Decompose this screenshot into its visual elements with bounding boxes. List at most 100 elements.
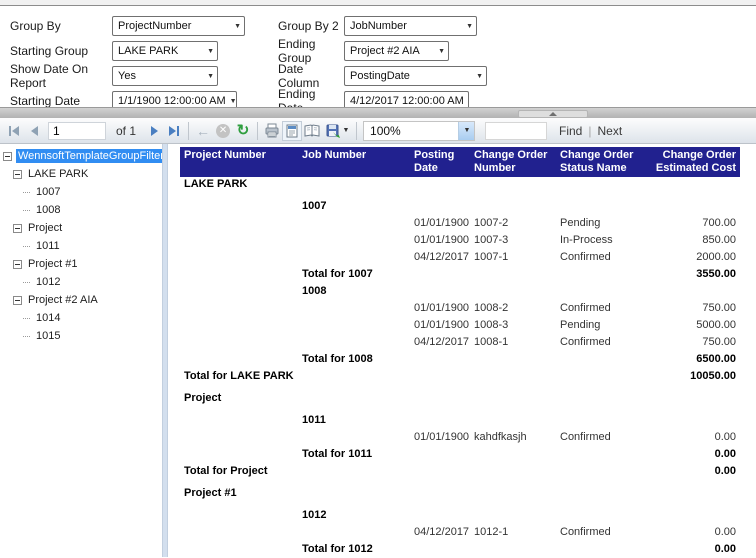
print-button[interactable]: [262, 121, 282, 141]
zoom-select[interactable]: 100% ▼: [363, 121, 475, 141]
report-row: Total for 10086500.00: [180, 352, 740, 369]
tree-item-project[interactable]: Project: [0, 219, 162, 237]
report-cell: kahdfkasjh: [470, 430, 556, 447]
report-row: LAKE PARK: [180, 177, 740, 194]
print-layout-button[interactable]: [282, 121, 302, 141]
previous-page-icon: [31, 126, 38, 136]
parameters-splitter-band: [0, 107, 756, 118]
collapse-parameters-handle[interactable]: [518, 110, 588, 118]
tree-item-project-1[interactable]: Project #1: [0, 255, 162, 273]
next-page-button[interactable]: [144, 121, 164, 141]
report-cell: 04/12/2017: [410, 335, 470, 352]
parameters-column-right: Group By 2JobNumber▼Ending GroupProject …: [278, 14, 487, 114]
report-cell: [556, 284, 650, 301]
ending-date-value: 4/12/2017 12:00:00 AM: [350, 95, 464, 107]
collapse-toggle-icon[interactable]: [13, 260, 22, 269]
report-cell: [298, 369, 410, 386]
tree-item-1015[interactable]: 1015: [0, 327, 162, 345]
tree-item-1014[interactable]: 1014: [0, 309, 162, 327]
report-cell: 1007: [298, 199, 410, 216]
report-cell: 0.00: [650, 464, 740, 481]
report-cell: 04/12/2017: [410, 250, 470, 267]
report-cell: [556, 177, 650, 194]
report-cell: [298, 525, 410, 542]
report-cell: Project: [180, 391, 298, 408]
tree-item-label: 1015: [34, 329, 62, 343]
starting-group-select[interactable]: LAKE PARK▼: [112, 41, 218, 61]
report-cell: [556, 413, 650, 430]
report-cell: [650, 199, 740, 216]
ending-group-select[interactable]: Project #2 AIA▼: [344, 41, 449, 61]
find-text-input[interactable]: [485, 122, 547, 140]
report-cell: [410, 542, 470, 557]
previous-page-button[interactable]: [24, 121, 44, 141]
tree-connector-icon: [23, 282, 30, 283]
back-icon: ←: [196, 124, 210, 138]
report-cell: [650, 177, 740, 194]
report-cell: 700.00: [650, 216, 740, 233]
cancel-icon: ✕: [216, 124, 230, 138]
toolbar-separator: [188, 122, 189, 140]
report-cell: [180, 542, 298, 557]
report-cell: Confirmed: [556, 301, 650, 318]
next-page-icon: [151, 126, 158, 136]
tree-item-1008[interactable]: 1008: [0, 201, 162, 219]
find-link[interactable]: Find: [555, 124, 586, 138]
tree-item-label: Project #2 AIA: [26, 293, 100, 307]
tree-item-1012[interactable]: 1012: [0, 273, 162, 291]
ending-group-label: Ending Group: [278, 37, 344, 65]
report-cell: [470, 284, 556, 301]
report-row: Total for 10073550.00: [180, 267, 740, 284]
group-by-2-select[interactable]: JobNumber▼: [344, 16, 477, 36]
report-cell: Pending: [556, 216, 650, 233]
report-cell: 1011: [298, 413, 410, 430]
report-cell: [470, 267, 556, 284]
report-cell: [410, 177, 470, 194]
last-page-button[interactable]: [164, 121, 184, 141]
report-cell: [298, 486, 410, 503]
report-cell: Confirmed: [556, 430, 650, 447]
export-button[interactable]: ▼: [322, 121, 352, 141]
report-cell: [556, 447, 650, 464]
report-cell: [650, 284, 740, 301]
refresh-icon: ↻: [237, 123, 250, 138]
collapse-toggle-icon[interactable]: [13, 170, 22, 179]
refresh-button[interactable]: ↻: [233, 121, 253, 141]
date-column-value: PostingDate: [350, 70, 410, 82]
show-date-on-report-select[interactable]: Yes▼: [112, 66, 218, 86]
collapse-toggle-icon[interactable]: [3, 152, 12, 161]
report-cell: 10050.00: [650, 369, 740, 386]
date-column-select[interactable]: PostingDate▼: [344, 66, 487, 86]
report-cell: [298, 233, 410, 250]
dropdown-arrow-icon: ▼: [234, 23, 241, 30]
report-row: 01/01/19001008-3Pending5000.00: [180, 318, 740, 335]
tree-item-project-2-aia[interactable]: Project #2 AIA: [0, 291, 162, 309]
tree-item-lake-park[interactable]: LAKE PARK: [0, 165, 162, 183]
zoom-dropdown-button[interactable]: ▼: [458, 122, 474, 140]
report-cell: Total for LAKE PARK: [180, 369, 298, 386]
tree-connector-icon: [23, 318, 30, 319]
show-date-on-report-value: Yes: [118, 70, 136, 82]
tree-item-1007[interactable]: 1007: [0, 183, 162, 201]
tree-item-wennsofttemplategroupfilterd[interactable]: WennsoftTemplateGroupFilterD: [0, 147, 162, 165]
report-row: 04/12/20171007-1Confirmed2000.00: [180, 250, 740, 267]
report-cell: [298, 250, 410, 267]
report-cell: [410, 447, 470, 464]
collapse-toggle-icon[interactable]: [13, 296, 22, 305]
report-cell: [470, 413, 556, 430]
first-page-button[interactable]: [4, 121, 24, 141]
back-button[interactable]: ←: [193, 121, 213, 141]
report-cell: 2000.00: [650, 250, 740, 267]
report-header-row: Project NumberJob NumberPosting DateChan…: [180, 147, 740, 177]
page-setup-button[interactable]: [302, 121, 322, 141]
group-by-label: Group By: [10, 19, 112, 33]
next-link[interactable]: Next: [593, 124, 626, 138]
current-page-input[interactable]: [48, 122, 106, 140]
print-icon: [264, 123, 280, 139]
report-cell: 04/12/2017: [410, 525, 470, 542]
cancel-button[interactable]: ✕: [213, 121, 233, 141]
group-by-select[interactable]: ProjectNumber▼: [112, 16, 245, 36]
tree-item-1011[interactable]: 1011: [0, 237, 162, 255]
report-cell: [650, 391, 740, 408]
collapse-toggle-icon[interactable]: [13, 224, 22, 233]
